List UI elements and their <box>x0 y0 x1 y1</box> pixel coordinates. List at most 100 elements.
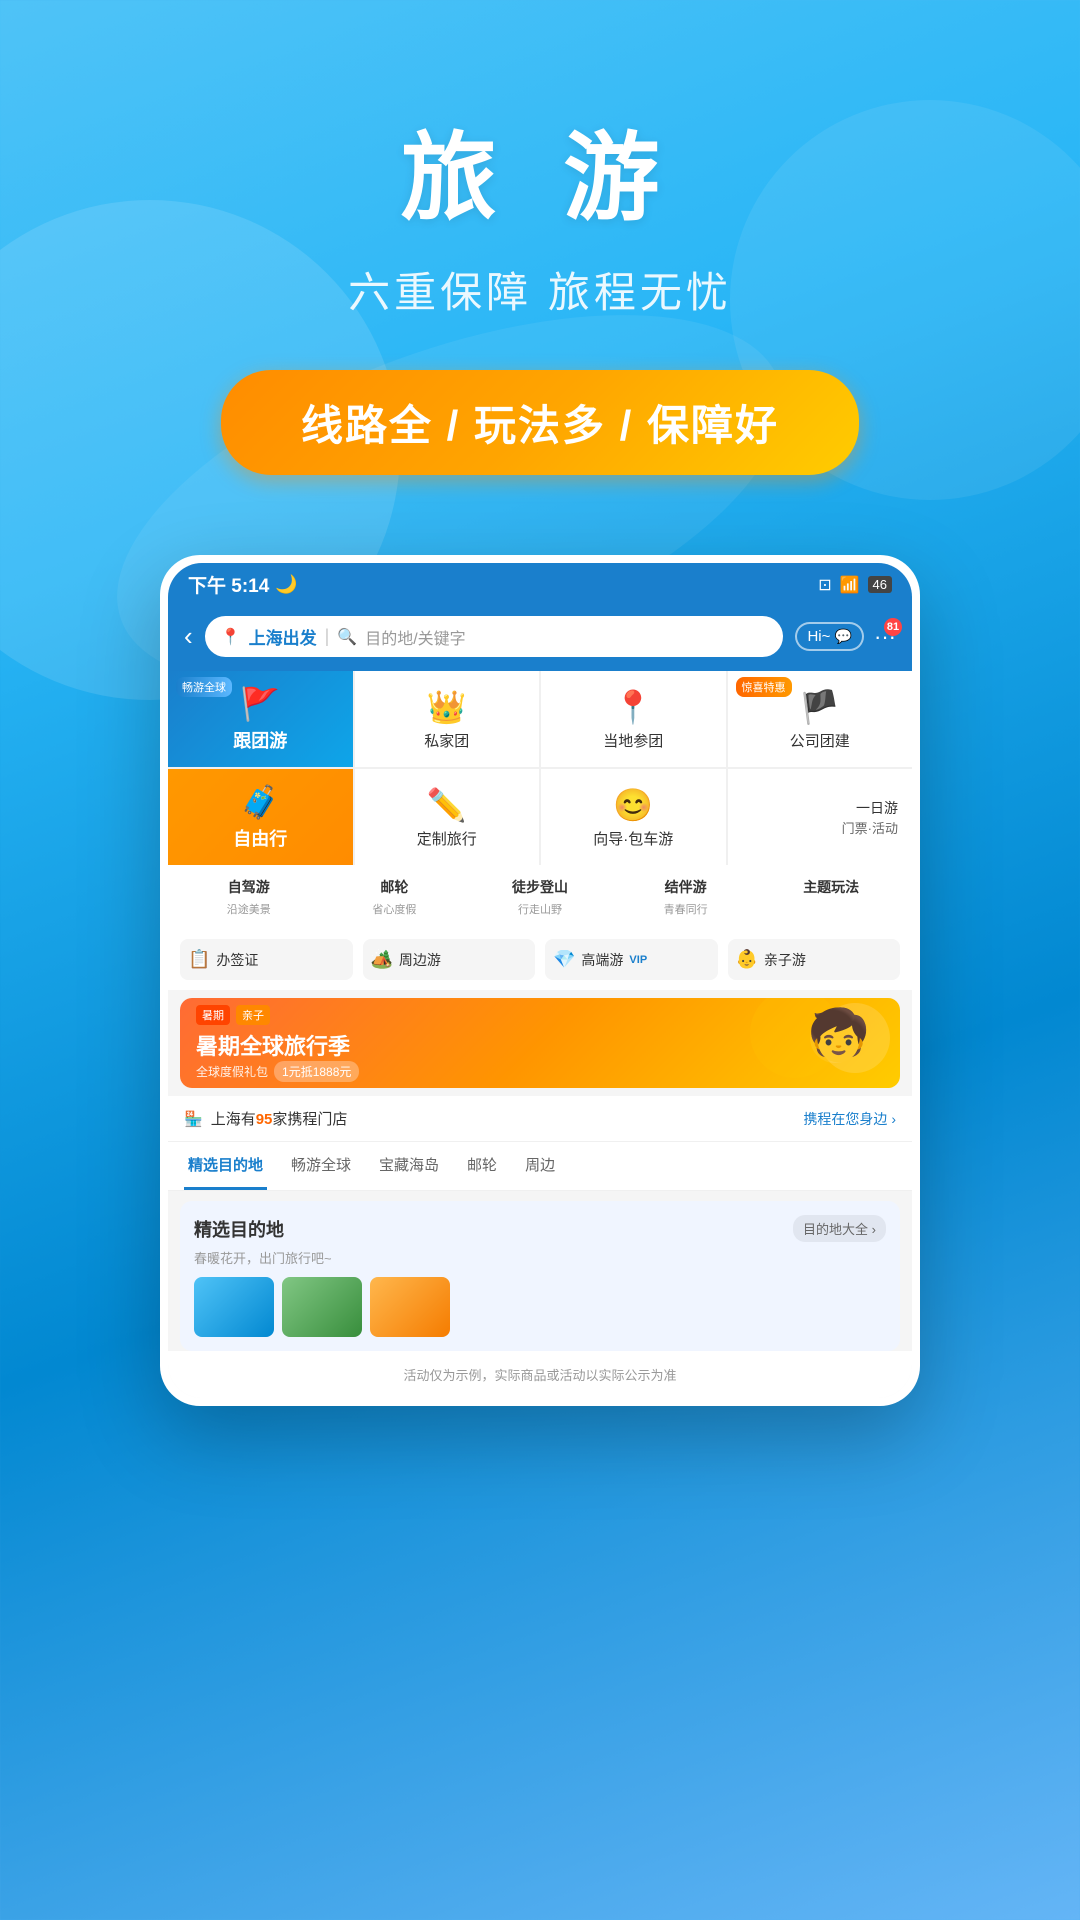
tag-luxury[interactable]: 💎 高端游 VIP <box>545 939 718 980</box>
store-left: 🏪 上海有95家携程门店 <box>184 1108 347 1129</box>
back-button[interactable]: ‹ <box>184 621 193 652</box>
banner-text-area: 暑期 亲子 暑期全球旅行季 全球度假礼包 1元抵1888元 <box>180 1005 375 1082</box>
luxury-label: 高端游 <box>581 950 623 970</box>
battery-icon: 46 <box>868 576 892 593</box>
status-time: 下午 5:14 <box>188 571 269 598</box>
category-day-ticket[interactable]: 一日游 门票·活动 <box>728 769 913 865</box>
custom-travel-label: 定制旅行 <box>417 828 477 849</box>
category-hiking[interactable]: 徒步登山 行走山野 <box>467 877 613 917</box>
location-icon: 📍 <box>221 627 241 647</box>
featured-link[interactable]: 目的地大全 › <box>793 1215 886 1242</box>
tab-nearby[interactable]: 周边 <box>521 1142 559 1190</box>
tag-family[interactable]: 👶 亲子游 <box>728 939 901 980</box>
category-local-tour[interactable]: 📍 当地参团 <box>541 671 726 767</box>
luxury-icon: 💎 <box>553 949 575 970</box>
divider: | <box>325 626 330 647</box>
store-icon: 🏪 <box>184 1110 203 1128</box>
banner-title: 暑期全球旅行季 <box>196 1029 359 1061</box>
banner-tag2: 亲子 <box>236 1005 270 1025</box>
wifi-icon: 📶 <box>840 575 860 595</box>
moon-icon: 🌙 <box>275 574 297 595</box>
theme-label: 主题玩法 <box>803 877 859 897</box>
notification-count: 81 <box>884 618 902 636</box>
tab-island[interactable]: 宝藏海岛 <box>375 1142 443 1190</box>
store-info: 🏪 上海有95家携程门店 携程在您身边 › <box>168 1096 912 1142</box>
companion-sub: 青春同行 <box>664 901 708 917</box>
group-tour-icon: 🚩 <box>240 685 280 723</box>
day-tour-label: 一日游 <box>856 798 898 818</box>
hi-label: Hi~ <box>807 628 830 645</box>
category-company-tour[interactable]: 惊喜特惠 🏴 公司团建 <box>728 671 913 767</box>
category-theme[interactable]: 主题玩法 <box>758 877 904 917</box>
hiking-label: 徒步登山 <box>512 877 568 897</box>
惊喜特惠-tag: 惊喜特惠 <box>736 677 792 697</box>
category-grid: 畅游全球 🚩 跟团游 👑 私家团 📍 当地参团 惊喜特惠 🏴 <box>168 671 912 865</box>
family-label: 亲子游 <box>764 950 806 970</box>
nearby-icon: 🏕️ <box>371 949 393 970</box>
category-custom-travel[interactable]: ✏️ 定制旅行 <box>355 769 540 865</box>
group-tour-label: 跟团游 <box>233 727 287 753</box>
free-travel-label: 自由行 <box>233 825 287 851</box>
promo-banner[interactable]: 暑期 亲子 暑期全球旅行季 全球度假礼包 1元抵1888元 🧒 <box>180 998 900 1088</box>
tags-row: 📋 办签证 🏕️ 周边游 💎 高端游 VIP 👶 亲子游 <box>168 929 912 990</box>
chat-icon: 💬 <box>835 628 852 644</box>
hero-badge[interactable]: 线路全 / 玩法多 / 保障好 <box>221 370 859 475</box>
featured-title: 精选目的地 <box>194 1216 284 1242</box>
store-count: 95 <box>256 1111 273 1128</box>
search-input-area[interactable]: 📍 上海出发 | 🔍 目的地/关键字 <box>205 616 784 657</box>
tag-nearby[interactable]: 🏕️ 周边游 <box>363 939 536 980</box>
tab-world-tour[interactable]: 畅游全球 <box>287 1142 355 1190</box>
guide-tour-label: 向导·包车游 <box>593 828 673 849</box>
private-tour-label: 私家团 <box>424 730 469 751</box>
screen-icon: ⊡ <box>818 575 831 595</box>
header-actions: Hi~ 💬 ··· 81 <box>795 622 896 651</box>
companion-label: 结伴游 <box>665 877 707 897</box>
tab-cruise[interactable]: 邮轮 <box>463 1142 501 1190</box>
visa-label: 办签证 <box>216 950 258 970</box>
status-bar: 下午 5:14 🌙 ⊡ 📶 46 <box>168 563 912 606</box>
local-tour-icon: 📍 <box>613 688 653 726</box>
category-companion[interactable]: 结伴游 青春同行 <box>613 877 759 917</box>
tag-visa[interactable]: 📋 办签证 <box>180 939 353 980</box>
featured-subtitle: 春暖花开，出门旅行吧~ <box>194 1248 886 1267</box>
search-icon: 🔍 <box>337 627 357 647</box>
tabs-row: 精选目的地 畅游全球 宝藏海岛 邮轮 周边 <box>168 1142 912 1191</box>
phone-container: 下午 5:14 🌙 ⊡ 📶 46 ‹ 📍 上海出发 | 🔍 目的地/关键字 <box>160 555 920 1406</box>
notification-badge[interactable]: ··· 81 <box>874 624 896 650</box>
cruise-label: 邮轮 <box>380 877 408 897</box>
private-tour-icon: 👑 <box>427 688 467 726</box>
category-free-travel[interactable]: 🧳 自由行 <box>168 769 353 865</box>
banner-decoration: 🧒 <box>620 998 900 1088</box>
banner-sub: 全球度假礼包 <box>196 1063 268 1080</box>
hiking-sub: 行走山野 <box>518 901 562 917</box>
banner-tag1: 暑期 <box>196 1005 230 1025</box>
status-icons: ⊡ 📶 46 <box>818 575 892 595</box>
search-bar: ‹ 📍 上海出发 | 🔍 目的地/关键字 Hi~ 💬 ··· 81 <box>168 606 912 671</box>
phone-inner: 下午 5:14 🌙 ⊡ 📶 46 ‹ 📍 上海出发 | 🔍 目的地/关键字 <box>168 563 912 1398</box>
hi-badge[interactable]: Hi~ 💬 <box>795 622 864 651</box>
畅游全球-tag: 畅游全球 <box>176 677 232 697</box>
guide-tour-icon: 😊 <box>613 786 653 824</box>
hero-section: 旅 游 六重保障 旅程无忧 线路全 / 玩法多 / 保障好 <box>0 0 1080 475</box>
search-placeholder: 目的地/关键字 <box>365 625 465 649</box>
category-guide-tour[interactable]: 😊 向导·包车游 <box>541 769 726 865</box>
category-cruise[interactable]: 邮轮 省心度假 <box>322 877 468 917</box>
nearby-label: 周边游 <box>399 950 441 970</box>
store-link[interactable]: 携程在您身边 › <box>803 1109 896 1129</box>
featured-header: 精选目的地 目的地大全 › <box>194 1215 886 1242</box>
custom-travel-icon: ✏️ <box>427 786 467 824</box>
local-tour-label: 当地参团 <box>603 730 663 751</box>
company-tour-icon: 🏴 <box>800 688 840 726</box>
phone-frame: 下午 5:14 🌙 ⊡ 📶 46 ‹ 📍 上海出发 | 🔍 目的地/关键字 <box>160 555 920 1406</box>
ticket-label: 门票·活动 <box>842 818 898 837</box>
banner-promo: 1元抵1888元 <box>274 1061 359 1082</box>
free-travel-icon: 🧳 <box>240 783 280 821</box>
family-icon: 👶 <box>736 949 758 970</box>
category-group-tour[interactable]: 畅游全球 🚩 跟团游 <box>168 671 353 767</box>
tab-selected-dest[interactable]: 精选目的地 <box>184 1142 267 1190</box>
row-categories: 自驾游 沿途美景 邮轮 省心度假 徒步登山 行走山野 结伴游 青春同行 主题玩法 <box>168 865 912 929</box>
category-private-tour[interactable]: 👑 私家团 <box>355 671 540 767</box>
hero-title: 旅 游 <box>0 100 1080 239</box>
category-self-drive[interactable]: 自驾游 沿途美景 <box>176 877 322 917</box>
hero-subtitle: 六重保障 旅程无忧 <box>0 259 1080 320</box>
